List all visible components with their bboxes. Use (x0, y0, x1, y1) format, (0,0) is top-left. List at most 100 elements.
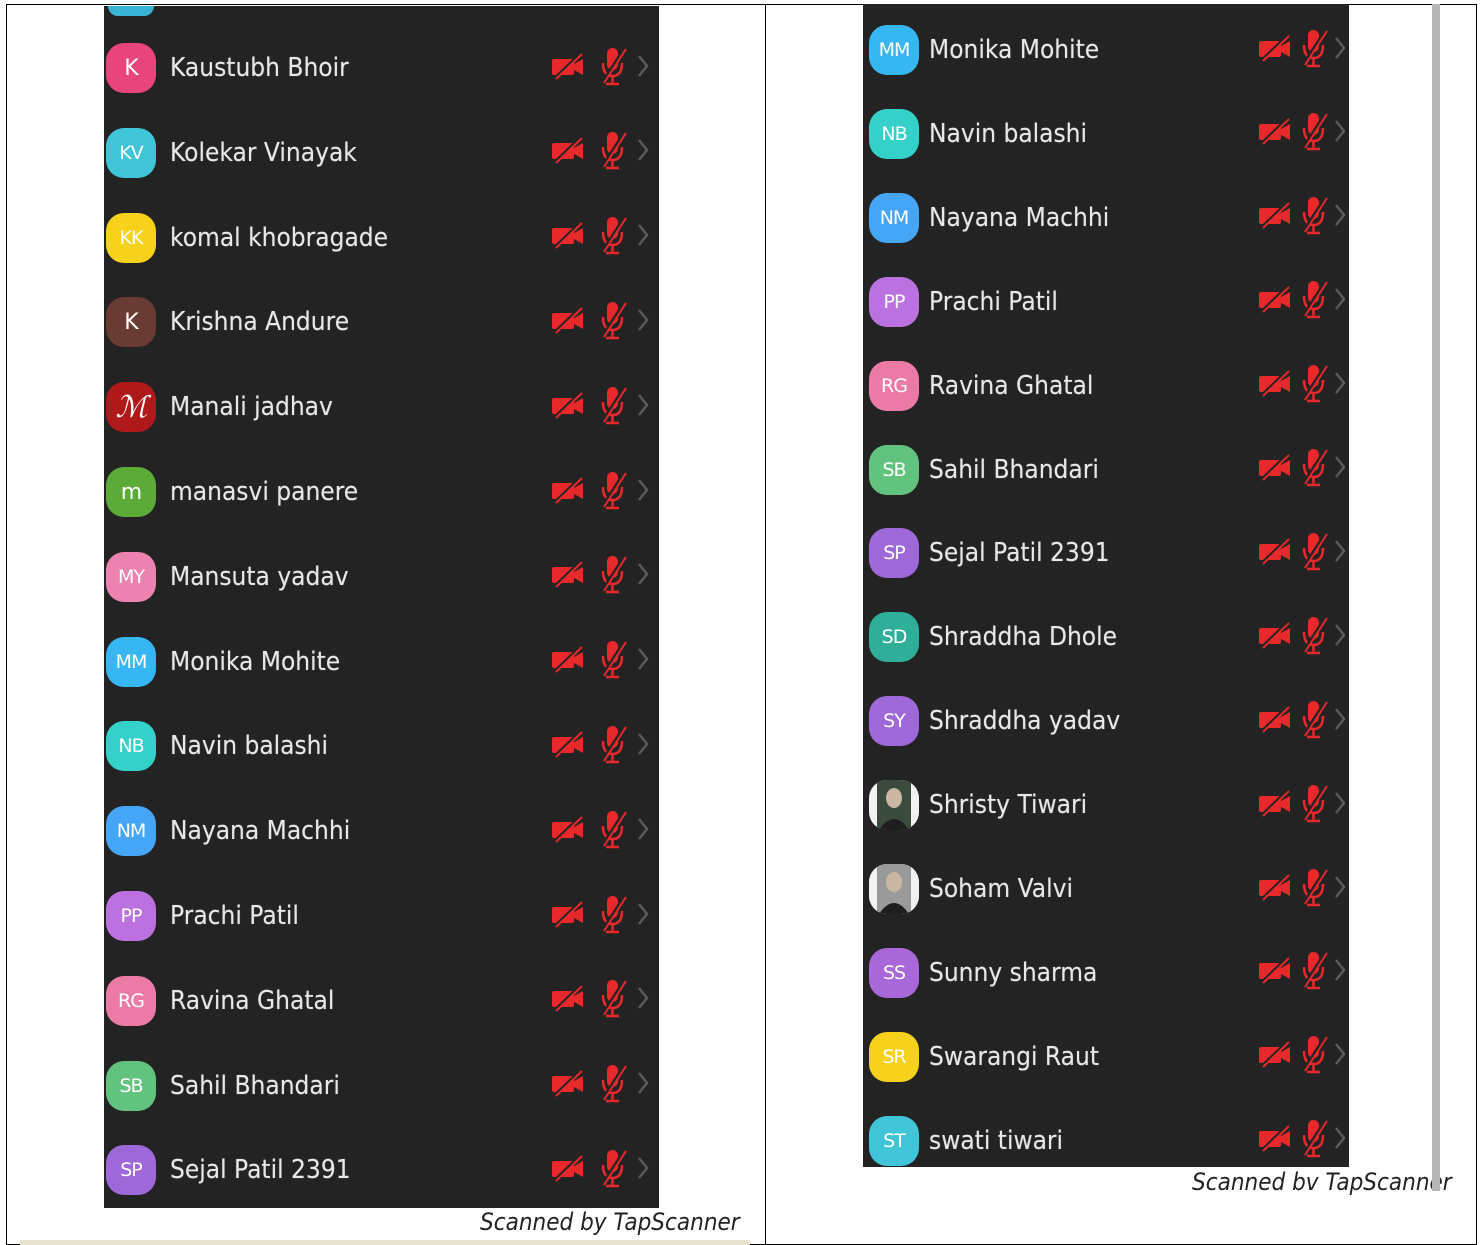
mic-muted-icon[interactable] (598, 1148, 628, 1193)
video-off-icon[interactable] (1257, 452, 1293, 487)
video-off-icon[interactable] (550, 729, 586, 764)
participant-row[interactable]: NB Navin balashi (863, 92, 1349, 176)
mic-muted-icon[interactable] (1299, 195, 1329, 240)
chevron-right-icon[interactable] (1333, 1041, 1347, 1072)
video-off-icon[interactable] (1257, 620, 1293, 655)
participant-row[interactable]: KK komal khobragade (104, 196, 659, 280)
video-off-icon[interactable] (550, 475, 586, 510)
chevron-right-icon[interactable] (636, 646, 650, 677)
video-off-icon[interactable] (1257, 1123, 1293, 1158)
mic-muted-icon[interactable] (1299, 28, 1329, 73)
participant-row[interactable]: NB Navin balashi (104, 704, 659, 788)
participant-row[interactable]: SB Sahil Bhandari (863, 428, 1349, 512)
participant-row[interactable]: PP Prachi Patil (104, 874, 659, 958)
video-off-icon[interactable] (550, 559, 586, 594)
participant-row[interactable]: SB Sahil Bhandari (104, 1044, 659, 1128)
video-off-icon[interactable] (1257, 704, 1293, 739)
video-off-icon[interactable] (550, 814, 586, 849)
video-off-icon[interactable] (1257, 116, 1293, 151)
video-off-icon[interactable] (550, 644, 586, 679)
video-off-icon[interactable] (1257, 200, 1293, 235)
video-off-icon[interactable] (550, 305, 586, 340)
participant-row[interactable]: ST swati tiwari (863, 1099, 1349, 1167)
mic-muted-icon[interactable] (598, 809, 628, 854)
mic-muted-icon[interactable] (1299, 1034, 1329, 1079)
video-off-icon[interactable] (1257, 536, 1293, 571)
participant-row[interactable]: K Kaustubh Bhoir (104, 26, 659, 110)
mic-muted-icon[interactable] (1299, 447, 1329, 492)
mic-muted-icon[interactable] (598, 215, 628, 260)
chevron-right-icon[interactable] (636, 561, 650, 592)
mic-muted-icon[interactable] (598, 385, 628, 430)
participant-row[interactable]: RG Ravina Ghatal (104, 959, 659, 1043)
mic-muted-icon[interactable] (598, 46, 628, 91)
mic-muted-icon[interactable] (1299, 111, 1329, 156)
chevron-right-icon[interactable] (636, 137, 650, 168)
participant-row[interactable]: KV Kolekar Vinayak (104, 111, 659, 195)
chevron-right-icon[interactable] (636, 477, 650, 508)
participant-row[interactable]: MM Monika Mohite (104, 620, 659, 704)
video-off-icon[interactable] (550, 220, 586, 255)
chevron-right-icon[interactable] (636, 222, 650, 253)
mic-muted-icon[interactable] (598, 554, 628, 599)
mic-muted-icon[interactable] (1299, 699, 1329, 744)
participant-row[interactable]: m manasvi panere (104, 450, 659, 534)
chevron-right-icon[interactable] (636, 985, 650, 1016)
video-off-icon[interactable] (1257, 284, 1293, 319)
chevron-right-icon[interactable] (1333, 790, 1347, 821)
mic-muted-icon[interactable] (1299, 363, 1329, 408)
mic-muted-icon[interactable] (598, 639, 628, 684)
chevron-right-icon[interactable] (636, 901, 650, 932)
chevron-right-icon[interactable] (1333, 538, 1347, 569)
mic-muted-icon[interactable] (1299, 783, 1329, 828)
chevron-right-icon[interactable] (1333, 35, 1347, 66)
chevron-right-icon[interactable] (1333, 622, 1347, 653)
chevron-right-icon[interactable] (1333, 957, 1347, 988)
video-off-icon[interactable] (1257, 1039, 1293, 1074)
participant-row[interactable]: SP Sejal Patil 2391 (863, 511, 1349, 595)
video-off-icon[interactable] (550, 135, 586, 170)
participant-row[interactable]: Soham Valvi (863, 847, 1349, 931)
participant-row[interactable]: PP Prachi Patil (863, 260, 1349, 344)
chevron-right-icon[interactable] (1333, 118, 1347, 149)
participant-row[interactable]: MY Mansuta yadav (104, 535, 659, 619)
video-off-icon[interactable] (550, 51, 586, 86)
mic-muted-icon[interactable] (598, 894, 628, 939)
chevron-right-icon[interactable] (1333, 286, 1347, 317)
chevron-right-icon[interactable] (1333, 202, 1347, 233)
participant-row[interactable]: ℳ Manali jadhav (104, 365, 659, 449)
chevron-right-icon[interactable] (636, 731, 650, 762)
chevron-right-icon[interactable] (636, 392, 650, 423)
chevron-right-icon[interactable] (1333, 370, 1347, 401)
scrollbar[interactable] (1432, 4, 1440, 1191)
video-off-icon[interactable] (1257, 872, 1293, 907)
chevron-right-icon[interactable] (636, 307, 650, 338)
participant-row[interactable]: NM Nayana Machhi (104, 789, 659, 873)
chevron-right-icon[interactable] (1333, 1125, 1347, 1156)
mic-muted-icon[interactable] (598, 1063, 628, 1108)
participant-row[interactable]: SD Shraddha Dhole (863, 595, 1349, 679)
participant-row[interactable]: Shristy Tiwari (863, 763, 1349, 847)
chevron-right-icon[interactable] (636, 1155, 650, 1186)
mic-muted-icon[interactable] (598, 470, 628, 515)
video-off-icon[interactable] (1257, 788, 1293, 823)
participant-row[interactable]: NM Nayana Machhi (863, 176, 1349, 260)
video-off-icon[interactable] (1257, 955, 1293, 990)
mic-muted-icon[interactable] (1299, 615, 1329, 660)
mic-muted-icon[interactable] (1299, 279, 1329, 324)
chevron-right-icon[interactable] (1333, 706, 1347, 737)
video-off-icon[interactable] (1257, 368, 1293, 403)
participant-row[interactable]: K Krishna Andure (104, 280, 659, 364)
mic-muted-icon[interactable] (1299, 531, 1329, 576)
video-off-icon[interactable] (1257, 33, 1293, 68)
mic-muted-icon[interactable] (1299, 867, 1329, 912)
video-off-icon[interactable] (550, 899, 586, 934)
video-off-icon[interactable] (550, 983, 586, 1018)
participant-row[interactable]: SS Sunny sharma (863, 931, 1349, 1015)
participant-row[interactable]: SP Sejal Patil 2391 (104, 1128, 659, 1208)
video-off-icon[interactable] (550, 1153, 586, 1188)
mic-muted-icon[interactable] (598, 130, 628, 175)
participant-row[interactable]: SY Shraddha yadav (863, 679, 1349, 763)
chevron-right-icon[interactable] (1333, 454, 1347, 485)
mic-muted-icon[interactable] (598, 300, 628, 345)
